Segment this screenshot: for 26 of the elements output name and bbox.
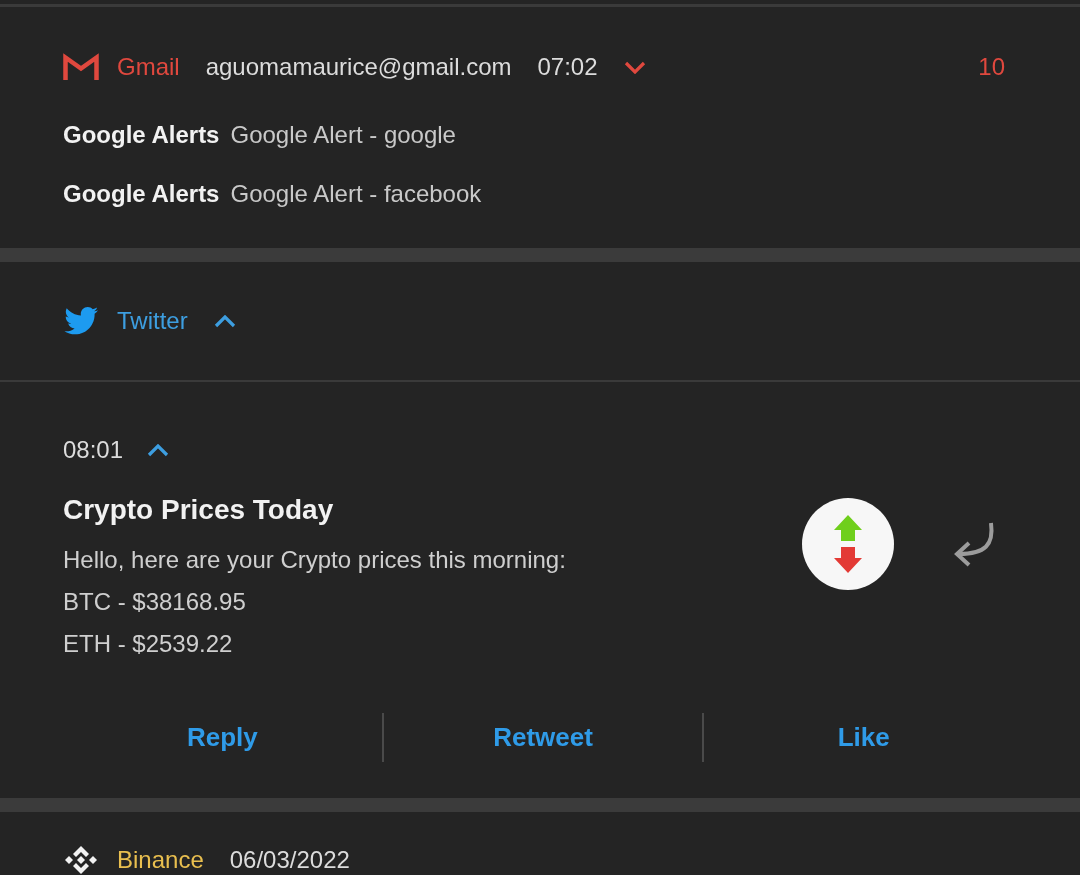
message-subject: Google Alert - facebook: [230, 179, 482, 209]
app-name: Gmail: [117, 52, 180, 82]
chevron-icon[interactable]: [213, 314, 236, 328]
notification-time: 06/03/2022: [229, 845, 350, 875]
chevron-icon[interactable]: [623, 60, 646, 74]
post-title: Crypto Prices Today: [63, 493, 335, 527]
bird-icon: [63, 306, 99, 336]
app-name: Binance: [117, 845, 204, 875]
account-email: aguomamaurice@gmail.com: [205, 52, 512, 82]
post-text-line: Hello, here are your Crypto prices this morning:: [63, 545, 567, 575]
post-text-line: ETH - $2539.22: [63, 629, 234, 659]
post-text-line: BTC - $38168.95: [63, 587, 247, 617]
sender-name: Google Alerts: [63, 179, 220, 209]
action-button[interactable]: Retweet: [383, 713, 703, 762]
notification-time: 07:02: [537, 52, 598, 82]
message-count: 10: [978, 52, 1005, 82]
app-name: Twitter: [117, 306, 188, 336]
m-logo-icon: [63, 53, 99, 81]
post-time: 08:01: [63, 435, 124, 465]
up-down-arrows-icon: [802, 498, 894, 590]
sender-name: Google Alerts: [63, 120, 220, 150]
message-subject: Google Alert - google: [230, 120, 456, 150]
action-button[interactable]: Reply: [63, 713, 382, 762]
chevron-icon[interactable]: [147, 443, 170, 457]
diamond-logo-icon: [63, 845, 99, 875]
action-button[interactable]: Like: [704, 713, 1023, 762]
